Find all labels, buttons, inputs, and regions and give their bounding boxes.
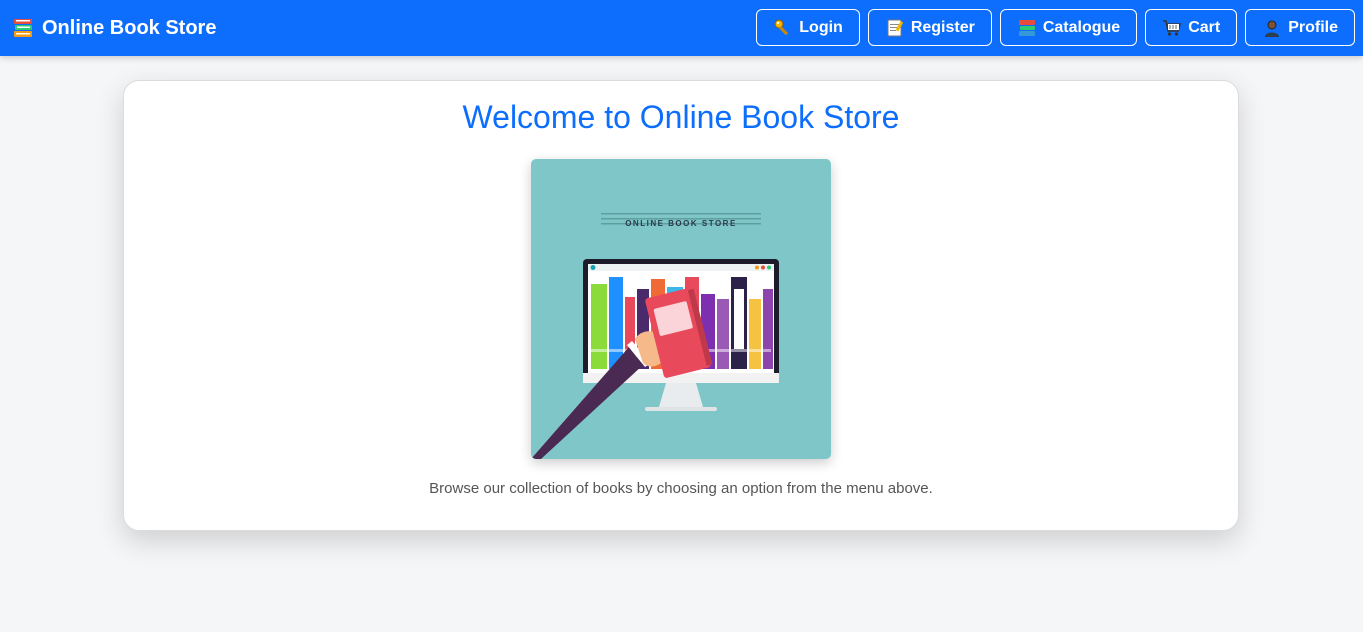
login-label: Login [799, 18, 843, 36]
brand[interactable]: Online Book Store [12, 0, 216, 56]
cart-label: Cart [1188, 18, 1221, 36]
cart-button[interactable]: Cart [1145, 9, 1238, 46]
welcome-card: Welcome to Online Book Store ONLINE BOOK… [123, 80, 1239, 531]
profile-button[interactable]: Profile [1245, 9, 1355, 46]
hero-image: ONLINE BOOK STORE [531, 159, 831, 459]
hero-caption: ONLINE BOOK STORE [625, 219, 737, 228]
register-label: Register [910, 18, 975, 36]
memo-icon [885, 18, 905, 38]
description-text: Browse our collection of books by choosi… [429, 480, 933, 497]
nav-buttons: Login Register Catalogue Cart Profile [756, 9, 1355, 46]
cart-icon [1162, 18, 1182, 38]
books-icon [12, 17, 34, 39]
books-icon [1017, 18, 1037, 38]
profile-label: Profile [1288, 18, 1338, 36]
catalogue-button[interactable]: Catalogue [999, 9, 1138, 46]
user-icon [1262, 18, 1282, 38]
brand-title: Online Book Store [42, 16, 217, 39]
page-title: Welcome to Online Book Store [462, 99, 900, 135]
key-icon [773, 18, 793, 38]
register-button[interactable]: Register [867, 9, 992, 46]
login-button[interactable]: Login [756, 9, 860, 46]
catalogue-label: Catalogue [1042, 18, 1121, 36]
top-navbar: Online Book Store Login Register Catalog… [0, 0, 1363, 56]
